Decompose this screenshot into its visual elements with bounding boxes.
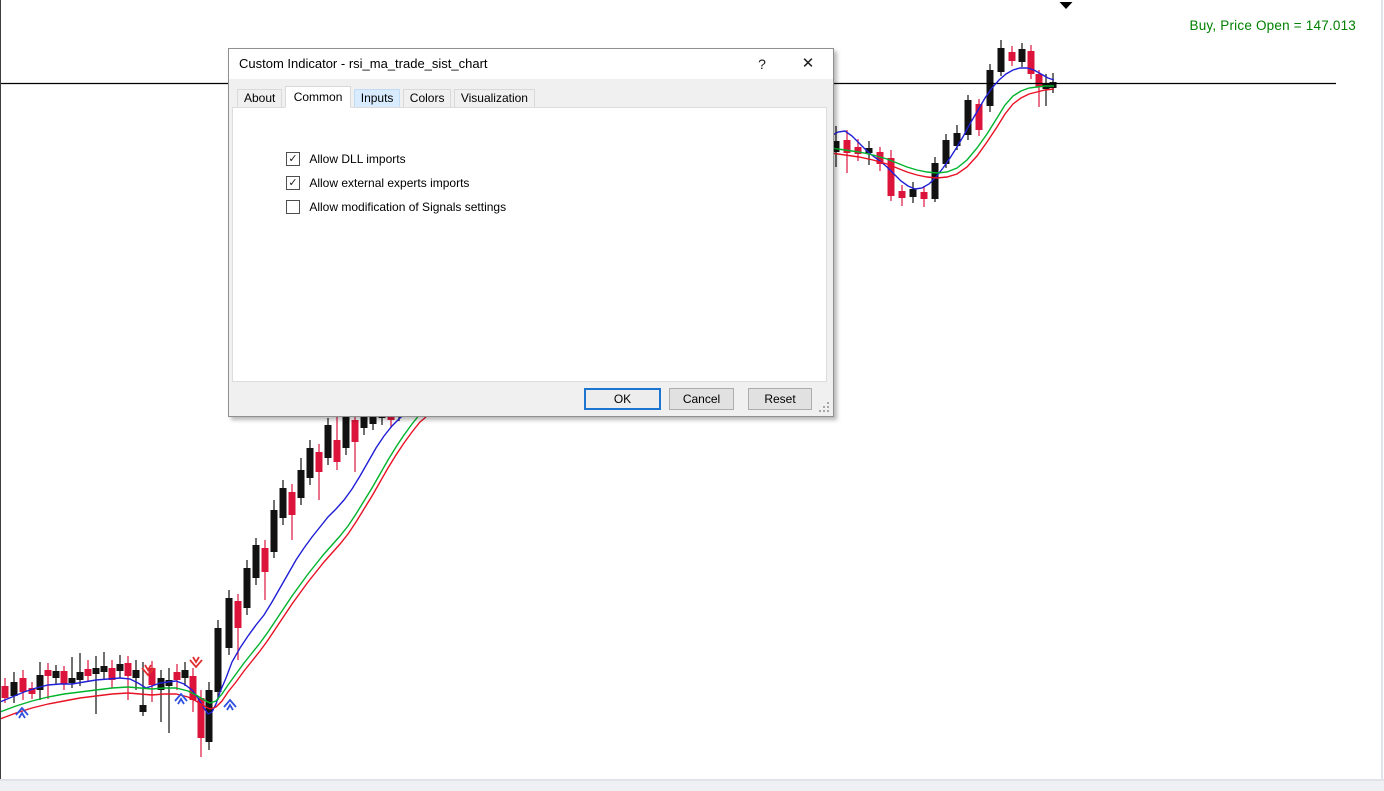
up-arrow-marker [223,698,237,711]
tab-inputs[interactable]: Inputs [353,89,401,108]
ma-fast-blue-top-right [830,67,1055,190]
checkbox-row-signals-settings: Allow modification of Signals settings [286,199,506,214]
custom-indicator-dialog: Custom Indicator - rsi_ma_trade_sist_cha… [228,48,834,417]
cancel-button[interactable]: Cancel [669,388,734,410]
tab-colors[interactable]: Colors [402,89,452,108]
help-button[interactable]: ? [747,49,777,79]
down-triangle-marker [1059,2,1073,9]
checkbox-row-external-experts: ✓ Allow external experts imports [286,175,469,190]
allow-external-experts-checkbox[interactable]: ✓ [286,175,300,190]
window-border-left [0,0,1,781]
checkbox-row-dll-imports: ✓ Allow DLL imports [286,151,406,166]
candles-top-right [832,40,1057,207]
dialog-title: Custom Indicator - rsi_ma_trade_sist_cha… [239,56,488,71]
ok-button[interactable]: OK [584,388,661,410]
reset-button[interactable]: Reset [748,388,812,410]
chart-window: Buy, Price Open = 147.013 Custom Indicat… [0,0,1384,791]
allow-external-experts-label[interactable]: Allow external experts imports [309,176,469,190]
tab-common[interactable]: Common [284,86,352,108]
ma-fast-blue-bottom-left [0,412,407,715]
ma-slow-red-top-right [830,88,1055,179]
allow-dll-imports-label[interactable]: Allow DLL imports [309,152,405,166]
resize-grip[interactable] [819,402,829,412]
close-icon[interactable]: ✕ [793,49,823,79]
allow-signals-modification-checkbox[interactable] [286,199,300,214]
window-border-right [1381,0,1383,791]
tab-panel-common: ✓ Allow DLL imports ✓ Allow external exp… [232,107,827,382]
window-bottom-strip [0,779,1384,791]
tab-visualization[interactable]: Visualization [453,89,535,108]
allow-signals-modification-label[interactable]: Allow modification of Signals settings [309,200,506,214]
down-arrow-marker [189,656,203,669]
dialog-title-bar[interactable]: Custom Indicator - rsi_ma_trade_sist_cha… [229,49,833,79]
allow-dll-imports-checkbox[interactable]: ✓ [286,151,300,166]
ma-slow-green-bottom-left [0,413,421,713]
chart-comment: Buy, Price Open = 147.013 [1189,18,1356,33]
tab-about[interactable]: About [237,89,283,108]
